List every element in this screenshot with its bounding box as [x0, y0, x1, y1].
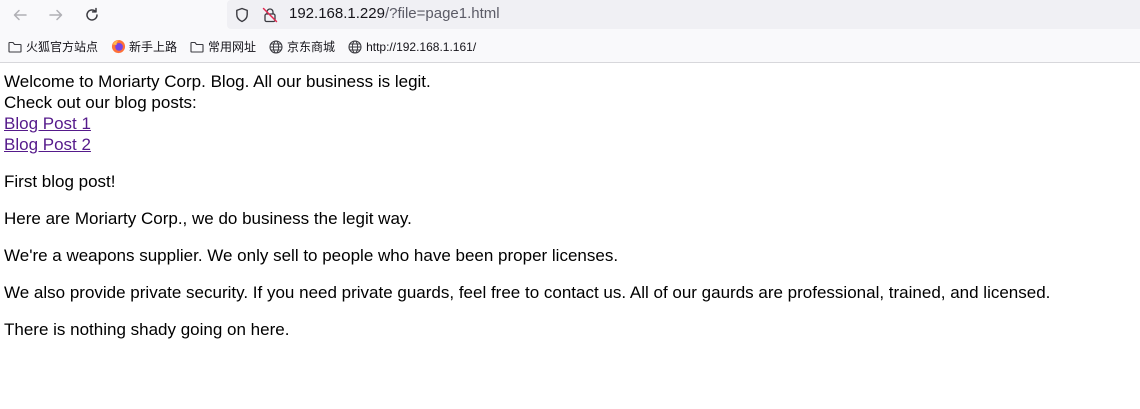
globe-icon	[268, 39, 284, 55]
browser-chrome: 192.168.1.229/?file=page1.html 火狐官方站点 新手…	[0, 0, 1140, 63]
firefox-icon	[110, 39, 126, 55]
bookmark-label: http://192.168.1.161/	[366, 39, 477, 54]
check-out-text: Check out our blog posts:	[4, 93, 197, 112]
url-host: 192.168.1.229	[289, 5, 385, 22]
url-bar[interactable]: 192.168.1.229/?file=page1.html	[227, 0, 1140, 29]
url-text[interactable]: 192.168.1.229/?file=page1.html	[289, 5, 500, 23]
post-paragraph: Here are Moriarty Corp., we do business …	[4, 209, 412, 228]
browser-toolbar: 192.168.1.229/?file=page1.html	[0, 0, 1140, 31]
reload-button[interactable]	[79, 3, 105, 27]
forward-arrow-icon	[49, 9, 63, 21]
bookmark-getting-started[interactable]: 新手上路	[110, 38, 177, 55]
post-paragraph: We also provide private security. If you…	[4, 283, 1051, 302]
post-paragraph: There is nothing shady going on here.	[4, 320, 290, 339]
url-path: /?file=page1.html	[384, 5, 500, 22]
welcome-text: Welcome to Moriarty Corp. Blog. All our …	[4, 72, 431, 91]
bookmark-label: 常用网址	[208, 40, 257, 54]
post-title: First blog post!	[4, 172, 116, 191]
blog-post-1-link[interactable]: Blog Post 1	[4, 113, 1136, 134]
insecure-lock-icon[interactable]	[261, 6, 279, 24]
back-button[interactable]	[7, 3, 33, 27]
folder-icon	[189, 39, 205, 55]
reload-icon	[86, 7, 98, 21]
bookmark-label: 京东商城	[287, 40, 336, 54]
folder-icon	[7, 39, 23, 55]
bookmark-label: 火狐官方站点	[26, 40, 99, 54]
bookmark-folder-common-sites[interactable]: 常用网址	[189, 38, 256, 55]
forward-button[interactable]	[43, 3, 69, 27]
back-arrow-icon	[13, 9, 27, 21]
bookmark-folder-firefox-official[interactable]: 火狐官方站点	[7, 38, 98, 55]
globe-icon	[347, 39, 363, 55]
bookmark-jd-mall[interactable]: 京东商城	[268, 38, 335, 55]
shield-icon[interactable]	[233, 6, 251, 24]
bookmark-192-168-1-161[interactable]: http://192.168.1.161/	[347, 39, 476, 55]
bookmark-label: 新手上路	[129, 40, 178, 54]
blog-post-2-link[interactable]: Blog Post 2	[4, 134, 1136, 155]
bookmarks-toolbar: 火狐官方站点 新手上路 常用网址 京东商城 http://192.168.1.1…	[0, 31, 1140, 63]
post-paragraph: We're a weapons supplier. We only sell t…	[4, 246, 619, 265]
page-content: Welcome to Moriarty Corp. Blog. All our …	[0, 63, 1140, 340]
